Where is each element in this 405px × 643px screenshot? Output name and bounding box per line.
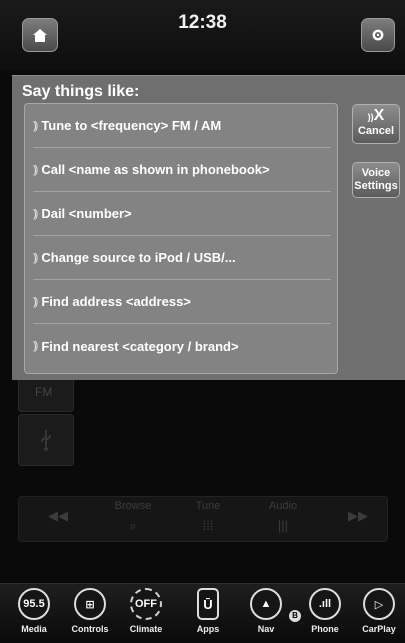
browse-icon: ⌕ — [129, 518, 137, 533]
nav-controls-label: Controls — [71, 624, 109, 634]
audio-icon: ||| — [277, 518, 289, 533]
nav-climate[interactable]: OFF Climate — [120, 588, 172, 634]
voice-settings-label-line2: Settings — [354, 180, 398, 192]
phrase-item[interactable]: )) Tune to <frequency> FM / AM — [33, 104, 331, 148]
phrase-item[interactable]: )) Find address <address> — [33, 280, 331, 324]
voice-icon: )) — [33, 207, 39, 220]
phrase-text: Dail <number> — [41, 206, 132, 221]
phrase-item[interactable]: )) Change source to iPod / USB/... — [33, 236, 331, 280]
phrase-item[interactable]: )) Find nearest <category / brand> — [33, 324, 331, 368]
control-label-tune: Tune — [195, 500, 221, 512]
voice-icon: )) — [33, 340, 39, 352]
nav-climate-label: Climate — [129, 624, 163, 634]
fm-source-label: FM — [35, 385, 53, 399]
phrase-text: Call <name as shown in phonebook> — [41, 162, 270, 177]
overlay-title: Say things like: — [22, 83, 140, 100]
previous-track-icon: ◀◀ — [48, 508, 68, 523]
media-icon: 95.5 — [18, 588, 50, 620]
tune-icon: ⁞⁞⁞ — [202, 518, 214, 533]
phrase-text: Tune to <frequency> FM / AM — [41, 118, 222, 133]
voice-command-screen: 12:38 FM ◀◀ Browse ⌕ Tune ⁞⁞⁞ Audio ||| … — [0, 0, 405, 643]
voice-icon: )) — [33, 251, 39, 264]
carplay-icon: ▷ — [363, 588, 395, 620]
gear-icon — [372, 29, 384, 41]
control-label-browse: Browse — [114, 500, 152, 512]
phrase-text: Change source to iPod / USB/... — [41, 250, 236, 265]
apps-icon: Ū — [197, 588, 219, 620]
phone-signal-icon: .ıll — [309, 588, 341, 620]
phrase-text: Find address <address> — [41, 294, 191, 309]
nav-phone-label: Phone — [311, 624, 339, 634]
nav-phone[interactable]: .ıll Phone — [299, 588, 351, 634]
voice-settings-label-line1: Voice — [361, 167, 391, 179]
nav-apps[interactable]: Ū Apps — [182, 588, 234, 634]
phrase-text: Find nearest <category / brand> — [41, 338, 239, 354]
voice-icon: )) — [33, 295, 39, 308]
nav-media-label: Media — [21, 624, 47, 634]
navigation-icon: ▲ — [250, 588, 282, 620]
voice-icon: )) — [33, 163, 39, 176]
nav-media[interactable]: 95.5 Media — [8, 588, 60, 634]
usb-icon — [41, 430, 51, 451]
usb-source-tab — [18, 414, 74, 466]
settings-button[interactable] — [361, 18, 395, 52]
top-bar — [0, 0, 405, 70]
voice-settings-button[interactable]: Voice Settings — [352, 162, 400, 198]
phrase-item[interactable]: )) Call <name as shown in phonebook> — [33, 148, 331, 192]
phrase-list: )) Tune to <frequency> FM / AM )) Call <… — [24, 103, 338, 374]
control-label-audio: Audio — [268, 500, 298, 512]
close-x: X — [373, 107, 385, 124]
clock: 12:38 — [178, 12, 227, 33]
cancel-button[interactable]: ))X Cancel — [352, 104, 400, 144]
nav-controls[interactable]: ⊞ Controls — [64, 588, 116, 634]
nav-navigation-label: Nav — [257, 624, 275, 634]
nav-carplay[interactable]: ▷ CarPlay — [353, 588, 405, 634]
nav-carplay-label: CarPlay — [362, 624, 396, 634]
phrase-item[interactable]: )) Dail <number> — [33, 192, 331, 236]
cancel-label: Cancel — [357, 125, 395, 137]
close-icon: ))X — [353, 108, 399, 125]
controls-icon: ⊞ — [74, 588, 106, 620]
next-track-icon: ▶▶ — [348, 508, 368, 523]
voice-icon: )) — [33, 119, 39, 132]
nav-navigation[interactable]: ▲ Nav — [240, 588, 292, 634]
nav-apps-label: Apps — [196, 624, 220, 634]
voice-command-overlay: Say things like: )) Tune to <frequency> … — [12, 75, 405, 380]
climate-icon: OFF — [130, 588, 162, 620]
